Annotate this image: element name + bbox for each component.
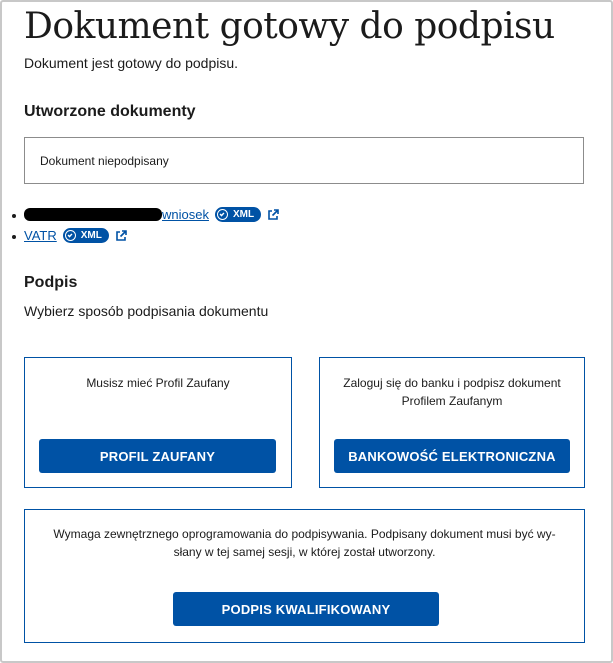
document-status-box: Dokument niepodpisany (24, 137, 584, 184)
external-link-icon[interactable] (267, 208, 279, 221)
xml-badge-label: XML (232, 209, 255, 220)
page-frame: Dokument gotowy do podpisu Dokument jest… (0, 0, 613, 663)
option-description: Zaloguj się do banku i podpisz dokument … (343, 376, 561, 408)
page-title: Dokument gotowy do podpisu (24, 6, 555, 47)
document-list: wniosek XML VATR XML (10, 204, 279, 246)
option-description: Wymaga zewnętrznego oprogramowania do po… (53, 527, 556, 559)
redacted-text (24, 208, 162, 221)
external-link-icon[interactable] (115, 229, 127, 242)
download-icon (64, 230, 76, 241)
signature-option-qualified: Wymaga zewnętrznego oprogramowania do po… (24, 509, 585, 643)
profil-zaufany-button[interactable]: PROFIL ZAUFANY (39, 439, 276, 473)
signature-option-bank: Zaloguj się do banku i podpisz dokument … (319, 357, 585, 488)
xml-download-button[interactable]: XML (214, 207, 262, 222)
documents-heading: Utworzone dokumenty (24, 103, 196, 120)
bankowosc-elektroniczna-button[interactable]: BANKOWOŚĆ ELEKTRONICZNA (334, 439, 570, 473)
download-icon (216, 209, 228, 220)
option-description: Musisz mieć Profil Zaufany (86, 376, 230, 390)
podpis-kwalifikowany-button[interactable]: PODPIS KWALIFIKOWANY (173, 592, 439, 626)
signature-heading: Podpis (24, 274, 78, 291)
list-item: wniosek XML (10, 204, 279, 225)
document-status: Dokument niepodpisany (40, 154, 169, 168)
list-item: VATR XML (10, 225, 279, 246)
document-link-wniosek[interactable]: wniosek (162, 207, 209, 222)
document-link-vatr[interactable]: VATR (24, 228, 57, 243)
signature-instruction: Wybierz sposób podpisania dokumentu (24, 303, 269, 319)
page-subtitle: Dokument jest gotowy do podpisu. (24, 55, 239, 71)
signature-option-profil-zaufany: Musisz mieć Profil Zaufany PROFIL ZAUFAN… (24, 357, 292, 488)
xml-download-button[interactable]: XML (62, 228, 109, 243)
xml-badge-label: XML (80, 230, 102, 241)
